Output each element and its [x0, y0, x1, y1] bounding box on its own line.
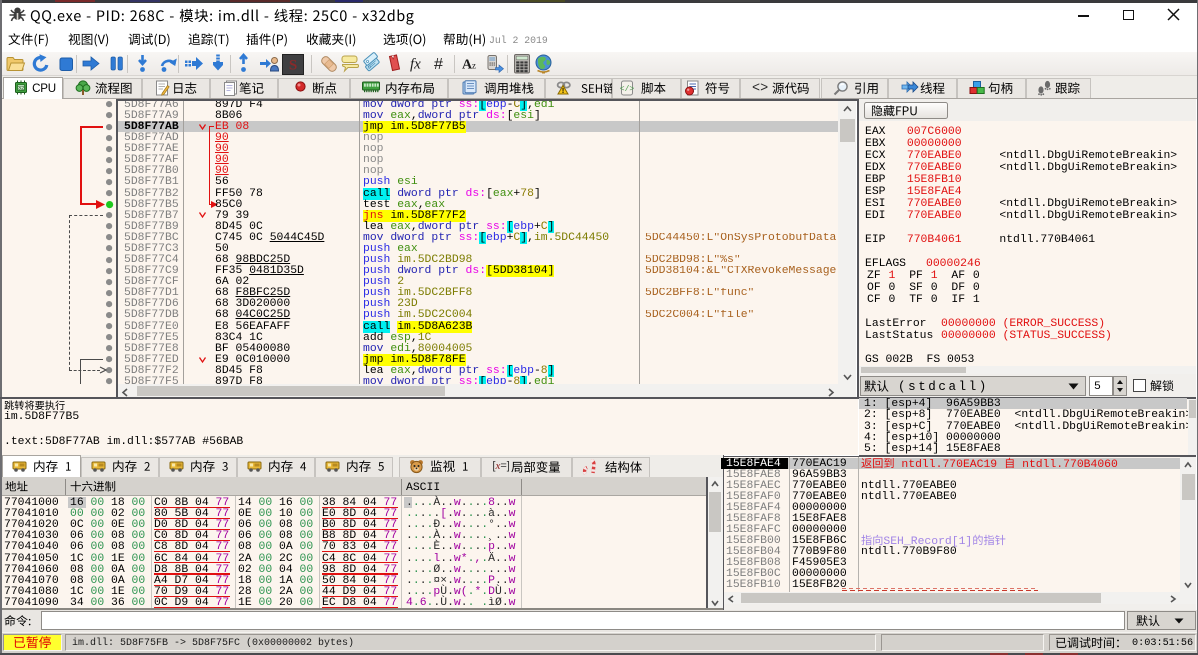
svg-text:!: !: [562, 88, 564, 95]
svg-text:<>: <>: [752, 82, 768, 97]
svg-text:ntdll.770EAC19: ntdll.770EAC19: [895, 460, 1004, 472]
svg-text:z: z: [472, 61, 476, 71]
svg-text:</>: </>: [619, 85, 634, 94]
svg-text:S: S: [289, 57, 297, 73]
svg-text:32: 32: [17, 85, 24, 92]
svg-text:ntdll.770B4060: ntdll.770B4060: [1015, 460, 1118, 472]
svg-text:fx: fx: [410, 57, 421, 73]
svg-text:#: #: [434, 56, 443, 73]
